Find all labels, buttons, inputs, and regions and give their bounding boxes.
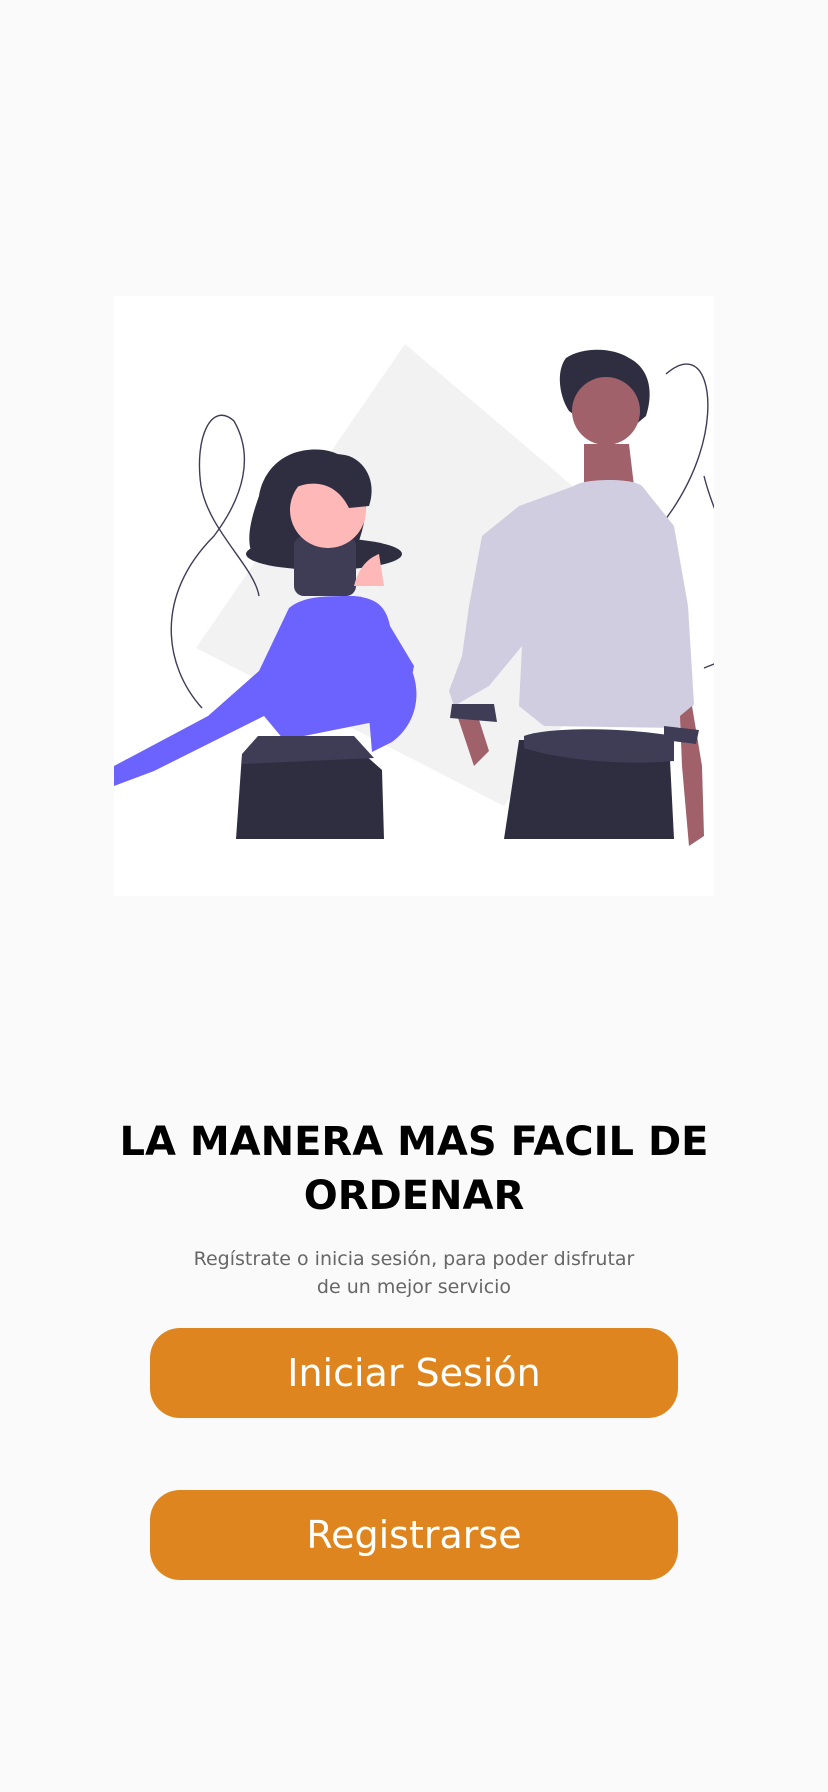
login-button[interactable]: Iniciar Sesión [150,1328,678,1418]
subtitle: Regístrate o inicia sesión, para poder d… [193,1248,635,1298]
two-people-illustration [114,344,714,846]
headline: LA MANERA MAS FACIL DE ORDENAR [119,1119,709,1219]
register-button[interactable]: Registrarse [150,1490,678,1580]
hero-illustration [114,296,714,896]
